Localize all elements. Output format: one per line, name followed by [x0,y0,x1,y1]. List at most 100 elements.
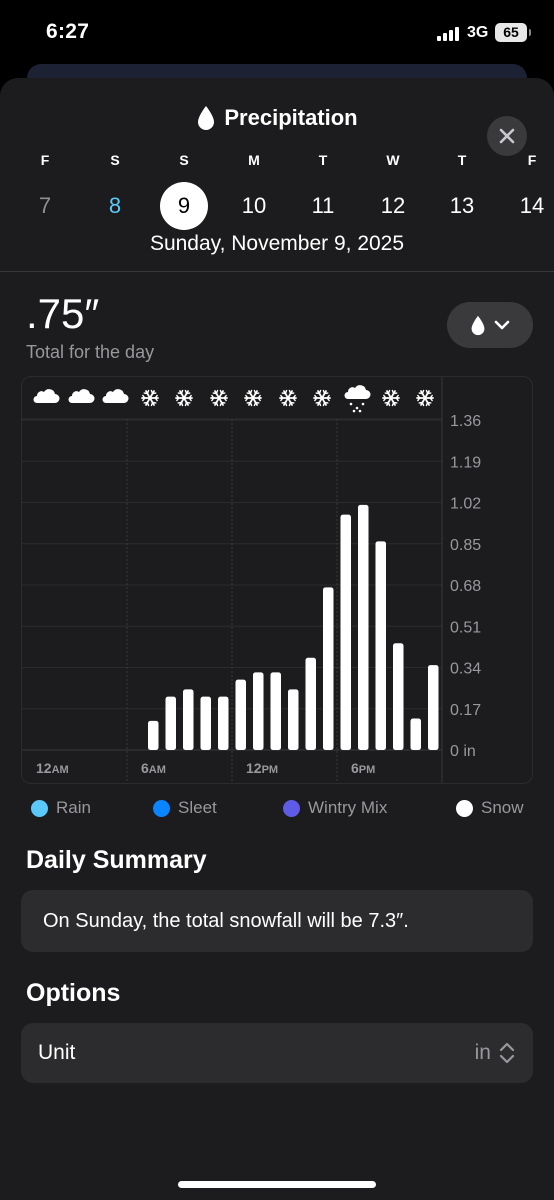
y-tick-label: 0.85 [450,537,481,554]
selected-date: Sunday, November 9, 2025 [149,232,405,255]
x-tick-label: 12PM [246,760,278,776]
day-number: 9 [160,182,208,230]
cloud-snow-icon [344,385,371,413]
sheet-header: Precipitation [0,98,554,156]
legend-item-wintry-mix: Wintry Mix [283,798,387,818]
day-number: 10 [241,193,267,218]
cloud-icon [33,389,60,403]
day-12[interactable]: W 12 [368,152,418,230]
precip-bar [288,689,299,750]
daily-total-label: Total for the day [26,342,155,362]
raindrop-icon [198,106,215,131]
chart-canvas: 1.36 1.19 1.02 0.85 0.68 0.51 0.34 0.17 0 in 12AM… [22,377,481,783]
day-number: 12 [380,193,406,218]
day-11[interactable]: T 11 [298,152,348,230]
precip-bar [410,718,421,750]
cloud-icon [68,389,95,403]
precip-bar [358,504,369,750]
options-heading: Options [26,979,121,1007]
precipitation-sheet: Precipitation F 7 S 8 S 9 M 10 T 11 W 12 T 13 F 14 Sund… [0,78,554,1200]
day-10[interactable]: M 10 [229,152,279,230]
close-icon [499,128,515,144]
precip-bar [183,689,194,750]
sheet-title: Precipitation [0,104,554,131]
day-letter: M [248,152,260,168]
precip-bar [393,643,404,750]
day-number: 13 [449,193,475,218]
legend-swatch [456,799,473,817]
legend-swatch [153,799,170,817]
day-number: 14 [519,193,545,218]
raindrop-icon [471,315,485,335]
y-tick-label: 0.51 [450,619,481,636]
day-number: 7 [38,193,52,218]
sheet-title-text: Precipitation [224,105,358,131]
day-letter: S [110,152,120,168]
day-13[interactable]: T 13 [437,152,487,230]
day-8[interactable]: S8 [90,152,140,230]
day-letter: F [40,152,50,168]
day-14[interactable]: F 14 [507,152,554,230]
legend-item-sleet: Sleet [153,798,217,818]
y-tick-label: 1.19 [450,454,481,471]
unit-option-row[interactable]: Unit in [21,1023,533,1083]
legend-swatch [31,799,48,817]
battery-icon: 65 [495,23,531,42]
legend-label: Sleet [178,798,217,817]
snowflake-icon [210,389,228,407]
legend-label: Wintry Mix [308,798,388,817]
chevron-up-down-icon [499,1042,515,1064]
daily-summary-card: On Sunday, the total snowfall will be 7.… [21,890,533,952]
precip-bar [323,587,334,750]
network-type: 3G [467,24,489,41]
snowflake-icon [175,389,193,407]
precip-bar [340,514,351,750]
snowflake-icon [416,389,434,407]
cellular-signal-icon [437,26,459,41]
y-tick-label: 0 in [450,743,476,760]
x-tick-label: 12AM [36,760,69,776]
y-tick-label: 0.34 [450,661,481,678]
x-tick-label: 6AM [141,760,166,776]
precip-bar [270,672,281,750]
home-indicator [178,1181,376,1188]
y-tick-label: 1.02 [450,496,481,513]
precipitation-chart: 1.36 1.19 1.02 0.85 0.68 0.51 0.34 0.17 0 in 12AM… [21,376,533,784]
x-tick-label: 6PM [351,760,375,776]
snowflake-icon [244,389,262,407]
chevron-down-icon [494,320,510,330]
legend-label: Snow [481,798,524,817]
unit-selector[interactable]: in [475,1023,515,1083]
precipitation-type-selector[interactable] [447,302,533,348]
daily-total-value: .75″ [26,290,100,337]
unit-label: Unit [38,1041,76,1064]
day-letter: T [318,152,328,168]
y-tick-label: 0.17 [450,702,481,719]
snowflake-icon [141,389,159,407]
snowflake-icon [279,389,297,407]
day-number: 8 [108,193,122,218]
status-time: 6:27 [46,20,90,43]
legend-label: Rain [56,798,91,817]
snowflake-icon [382,389,400,407]
legend-item-snow: Snow [456,798,524,818]
chart-legend: Rain Sleet Wintry Mix Snow [0,798,554,820]
y-tick-label: 1.36 [450,413,481,430]
precip-bar [218,696,229,750]
snowflake-icon [313,389,331,407]
daily-summary-text: On Sunday, the total snowfall will be 7.… [43,910,409,932]
y-tick-label: 0.68 [450,578,481,595]
close-button[interactable] [487,116,527,156]
precip-bar [165,696,176,750]
precip-bar [428,665,439,750]
cloud-icon [102,389,129,403]
precip-bar [235,679,246,750]
precip-bar [375,541,386,750]
precip-bar [305,657,316,750]
unit-value: in [474,1041,491,1064]
precip-bar [253,672,264,750]
day-7[interactable]: F7 [20,152,70,230]
precip-bar [200,696,211,750]
day-9[interactable]: S9 [159,152,209,230]
day-letter: W [386,152,400,168]
